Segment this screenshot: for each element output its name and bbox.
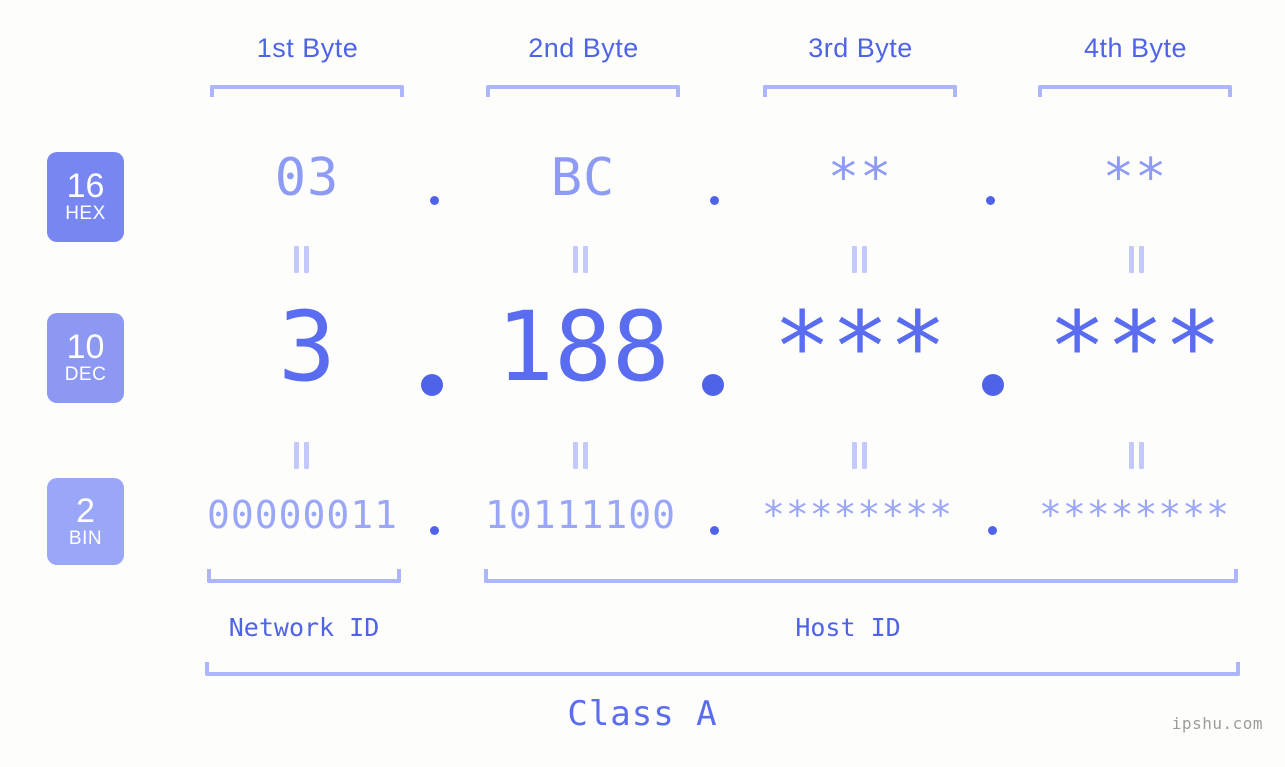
hex-byte-2: BC: [550, 148, 616, 208]
bin-byte-1: 00000011: [206, 493, 399, 537]
host-id-bracket: [484, 569, 1238, 583]
equals-mark-hexdec-3: [851, 246, 869, 273]
bin-byte-2: 10111100: [484, 493, 677, 537]
ip-breakdown-diagram: 1st Byte 2nd Byte 3rd Byte 4th Byte 16 H…: [0, 0, 1285, 767]
hex-separator-dot-1: [430, 196, 439, 205]
radix-badge-hex-unit: HEX: [65, 203, 106, 224]
class-bracket: [205, 662, 1240, 676]
dec-separator-dot-3: [982, 374, 1004, 396]
equals-mark-decbin-1: [293, 442, 311, 469]
equals-mark-decbin-4: [1128, 442, 1146, 469]
radix-badge-bin-unit: BIN: [68, 527, 103, 549]
radix-badge-dec-number: 10: [66, 328, 105, 366]
equals-mark-decbin-2: [572, 442, 590, 469]
byte-bracket-top-2: [486, 85, 680, 97]
dec-separator-dot-2: [702, 374, 724, 396]
equals-mark-hexdec-1: [293, 246, 311, 273]
equals-mark-hexdec-2: [572, 246, 590, 273]
byte-header-3: 3rd Byte: [808, 33, 913, 63]
dec-byte-3: ***: [773, 291, 947, 403]
byte-header-2: 2nd Byte: [528, 33, 639, 63]
byte-bracket-top-3: [763, 85, 957, 97]
equals-mark-decbin-3: [851, 442, 869, 469]
dec-byte-2: 188: [496, 291, 670, 403]
radix-badge-hex-number: 16: [66, 167, 105, 205]
bin-byte-4: ********: [1038, 493, 1231, 537]
dec-separator-dot-1: [421, 374, 443, 396]
hex-separator-dot-3: [986, 196, 995, 205]
radix-badge-bin: 2 BIN: [47, 478, 124, 565]
dec-byte-1: 3: [278, 291, 336, 403]
byte-header-4: 4th Byte: [1083, 33, 1188, 63]
radix-badge-bin-number: 2: [76, 491, 95, 530]
network-id-bracket: [207, 569, 401, 583]
watermark: ipshu.com: [1171, 714, 1263, 733]
byte-bracket-top-1: [210, 85, 404, 97]
dec-byte-4: ***: [1048, 291, 1222, 403]
radix-badge-dec: 10 DEC: [47, 313, 124, 403]
hex-byte-1: 03: [274, 148, 340, 208]
radix-badge-dec-unit: DEC: [64, 364, 107, 385]
hex-byte-4: **: [1102, 148, 1168, 208]
hex-separator-dot-2: [710, 196, 719, 205]
bin-separator-dot-2: [710, 526, 719, 535]
class-label: Class A: [567, 694, 718, 734]
bin-byte-3: ********: [761, 493, 954, 537]
equals-mark-hexdec-4: [1128, 246, 1146, 273]
byte-bracket-top-4: [1038, 85, 1232, 97]
byte-header-1: 1st Byte: [256, 33, 359, 63]
host-id-label: Host ID: [795, 613, 901, 642]
radix-badge-hex: 16 HEX: [47, 152, 124, 242]
network-id-label: Network ID: [228, 613, 380, 642]
bin-separator-dot-1: [430, 526, 439, 535]
bin-separator-dot-3: [988, 526, 997, 535]
hex-byte-3: **: [827, 148, 893, 208]
